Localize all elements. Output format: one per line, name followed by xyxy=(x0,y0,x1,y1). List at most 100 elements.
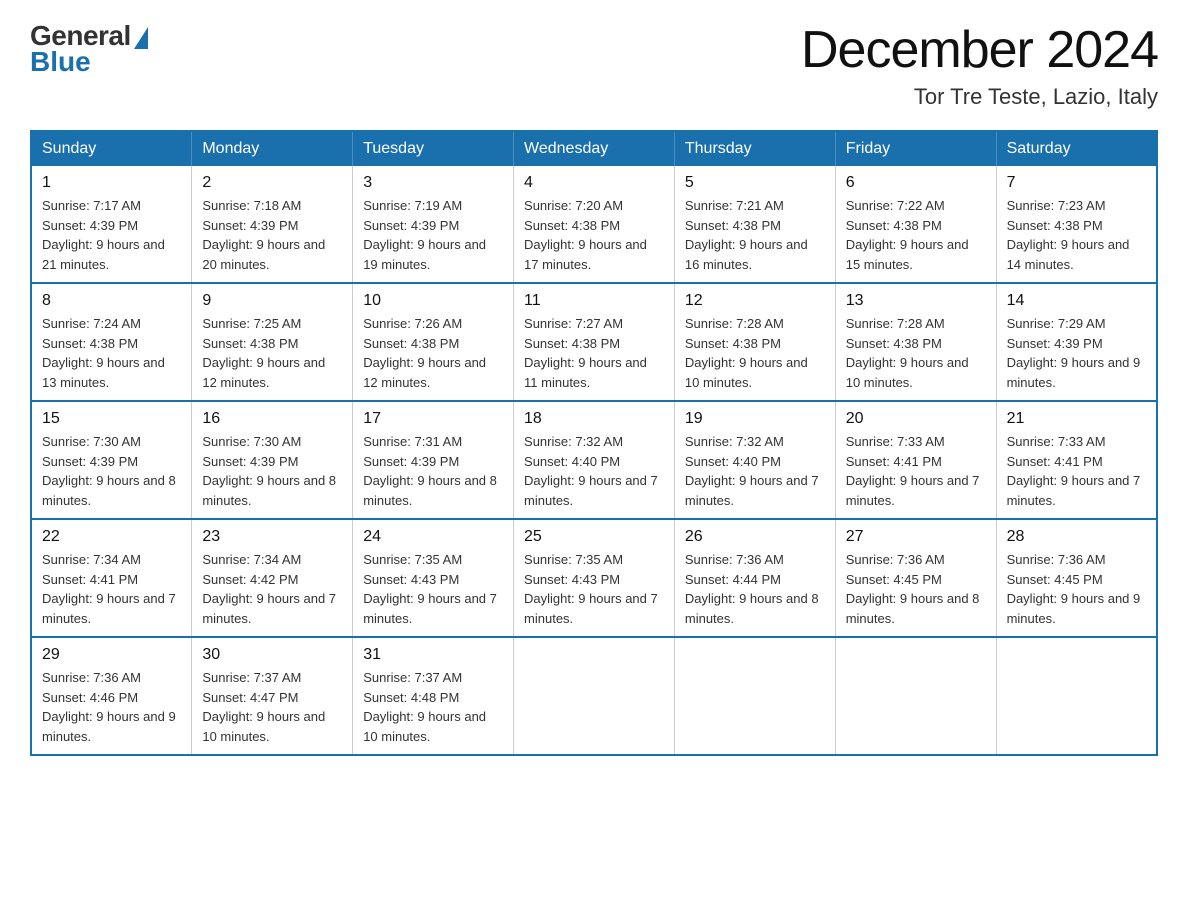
day-number: 3 xyxy=(363,174,503,192)
daylight-label: Daylight: 9 hours and 8 minutes. xyxy=(846,591,980,626)
day-number: 9 xyxy=(202,292,342,310)
sunset-label: Sunset: 4:40 PM xyxy=(685,454,781,469)
sunset-label: Sunset: 4:41 PM xyxy=(1007,454,1103,469)
sunset-label: Sunset: 4:48 PM xyxy=(363,690,459,705)
day-number: 4 xyxy=(524,174,664,192)
sunrise-label: Sunrise: 7:30 AM xyxy=(202,434,301,449)
day-number: 14 xyxy=(1007,292,1146,310)
sunrise-label: Sunrise: 7:36 AM xyxy=(685,552,784,567)
sunrise-label: Sunrise: 7:31 AM xyxy=(363,434,462,449)
day-number: 13 xyxy=(846,292,986,310)
calendar-week-1: 1 Sunrise: 7:17 AM Sunset: 4:39 PM Dayli… xyxy=(31,166,1157,283)
table-row: 21 Sunrise: 7:33 AM Sunset: 4:41 PM Dayl… xyxy=(996,401,1157,519)
daylight-label: Daylight: 9 hours and 9 minutes. xyxy=(1007,355,1141,390)
sunset-label: Sunset: 4:39 PM xyxy=(202,454,298,469)
table-row: 31 Sunrise: 7:37 AM Sunset: 4:48 PM Dayl… xyxy=(353,637,514,755)
table-row: 15 Sunrise: 7:30 AM Sunset: 4:39 PM Dayl… xyxy=(31,401,192,519)
day-info: Sunrise: 7:23 AM Sunset: 4:38 PM Dayligh… xyxy=(1007,196,1146,274)
sunrise-label: Sunrise: 7:24 AM xyxy=(42,316,141,331)
month-year-title: December 2024 xyxy=(801,20,1158,80)
sunset-label: Sunset: 4:38 PM xyxy=(524,336,620,351)
table-row: 19 Sunrise: 7:32 AM Sunset: 4:40 PM Dayl… xyxy=(674,401,835,519)
table-row: 17 Sunrise: 7:31 AM Sunset: 4:39 PM Dayl… xyxy=(353,401,514,519)
calendar-week-4: 22 Sunrise: 7:34 AM Sunset: 4:41 PM Dayl… xyxy=(31,519,1157,637)
day-number: 17 xyxy=(363,410,503,428)
sunset-label: Sunset: 4:43 PM xyxy=(524,572,620,587)
sunrise-label: Sunrise: 7:18 AM xyxy=(202,198,301,213)
daylight-label: Daylight: 9 hours and 21 minutes. xyxy=(42,237,165,272)
daylight-label: Daylight: 9 hours and 17 minutes. xyxy=(524,237,647,272)
table-row: 4 Sunrise: 7:20 AM Sunset: 4:38 PM Dayli… xyxy=(514,166,675,283)
day-number: 1 xyxy=(42,174,181,192)
table-row: 6 Sunrise: 7:22 AM Sunset: 4:38 PM Dayli… xyxy=(835,166,996,283)
calendar-week-3: 15 Sunrise: 7:30 AM Sunset: 4:39 PM Dayl… xyxy=(31,401,1157,519)
daylight-label: Daylight: 9 hours and 10 minutes. xyxy=(846,355,969,390)
page-header: General Blue December 2024 Tor Tre Teste… xyxy=(30,20,1158,110)
day-number: 10 xyxy=(363,292,503,310)
sunrise-label: Sunrise: 7:32 AM xyxy=(685,434,784,449)
daylight-label: Daylight: 9 hours and 10 minutes. xyxy=(363,709,486,744)
header-saturday: Saturday xyxy=(996,131,1157,166)
daylight-label: Daylight: 9 hours and 7 minutes. xyxy=(524,591,658,626)
daylight-label: Daylight: 9 hours and 8 minutes. xyxy=(202,473,336,508)
sunset-label: Sunset: 4:38 PM xyxy=(202,336,298,351)
table-row: 24 Sunrise: 7:35 AM Sunset: 4:43 PM Dayl… xyxy=(353,519,514,637)
sunset-label: Sunset: 4:38 PM xyxy=(846,336,942,351)
title-block: December 2024 Tor Tre Teste, Lazio, Ital… xyxy=(801,20,1158,110)
table-row: 20 Sunrise: 7:33 AM Sunset: 4:41 PM Dayl… xyxy=(835,401,996,519)
table-row: 2 Sunrise: 7:18 AM Sunset: 4:39 PM Dayli… xyxy=(192,166,353,283)
day-info: Sunrise: 7:22 AM Sunset: 4:38 PM Dayligh… xyxy=(846,196,986,274)
sunrise-label: Sunrise: 7:23 AM xyxy=(1007,198,1106,213)
header-wednesday: Wednesday xyxy=(514,131,675,166)
header-sunday: Sunday xyxy=(31,131,192,166)
day-number: 15 xyxy=(42,410,181,428)
table-row xyxy=(996,637,1157,755)
table-row: 30 Sunrise: 7:37 AM Sunset: 4:47 PM Dayl… xyxy=(192,637,353,755)
sunrise-label: Sunrise: 7:25 AM xyxy=(202,316,301,331)
table-row: 25 Sunrise: 7:35 AM Sunset: 4:43 PM Dayl… xyxy=(514,519,675,637)
day-info: Sunrise: 7:30 AM Sunset: 4:39 PM Dayligh… xyxy=(202,432,342,510)
table-row: 16 Sunrise: 7:30 AM Sunset: 4:39 PM Dayl… xyxy=(192,401,353,519)
daylight-label: Daylight: 9 hours and 10 minutes. xyxy=(202,709,325,744)
sunrise-label: Sunrise: 7:35 AM xyxy=(363,552,462,567)
day-number: 21 xyxy=(1007,410,1146,428)
location-subtitle: Tor Tre Teste, Lazio, Italy xyxy=(801,84,1158,110)
day-number: 20 xyxy=(846,410,986,428)
day-number: 24 xyxy=(363,528,503,546)
day-number: 29 xyxy=(42,646,181,664)
calendar-table: Sunday Monday Tuesday Wednesday Thursday… xyxy=(30,130,1158,756)
daylight-label: Daylight: 9 hours and 12 minutes. xyxy=(363,355,486,390)
day-number: 23 xyxy=(202,528,342,546)
sunset-label: Sunset: 4:39 PM xyxy=(363,454,459,469)
day-info: Sunrise: 7:21 AM Sunset: 4:38 PM Dayligh… xyxy=(685,196,825,274)
sunrise-label: Sunrise: 7:17 AM xyxy=(42,198,141,213)
header-friday: Friday xyxy=(835,131,996,166)
table-row: 26 Sunrise: 7:36 AM Sunset: 4:44 PM Dayl… xyxy=(674,519,835,637)
table-row: 18 Sunrise: 7:32 AM Sunset: 4:40 PM Dayl… xyxy=(514,401,675,519)
day-info: Sunrise: 7:36 AM Sunset: 4:46 PM Dayligh… xyxy=(42,668,181,746)
daylight-label: Daylight: 9 hours and 9 minutes. xyxy=(1007,591,1141,626)
sunrise-label: Sunrise: 7:36 AM xyxy=(1007,552,1106,567)
day-info: Sunrise: 7:34 AM Sunset: 4:42 PM Dayligh… xyxy=(202,550,342,628)
daylight-label: Daylight: 9 hours and 12 minutes. xyxy=(202,355,325,390)
sunrise-label: Sunrise: 7:27 AM xyxy=(524,316,623,331)
table-row: 23 Sunrise: 7:34 AM Sunset: 4:42 PM Dayl… xyxy=(192,519,353,637)
day-info: Sunrise: 7:24 AM Sunset: 4:38 PM Dayligh… xyxy=(42,314,181,392)
day-number: 25 xyxy=(524,528,664,546)
day-info: Sunrise: 7:37 AM Sunset: 4:48 PM Dayligh… xyxy=(363,668,503,746)
day-number: 6 xyxy=(846,174,986,192)
day-info: Sunrise: 7:32 AM Sunset: 4:40 PM Dayligh… xyxy=(524,432,664,510)
table-row: 11 Sunrise: 7:27 AM Sunset: 4:38 PM Dayl… xyxy=(514,283,675,401)
day-info: Sunrise: 7:33 AM Sunset: 4:41 PM Dayligh… xyxy=(1007,432,1146,510)
table-row: 29 Sunrise: 7:36 AM Sunset: 4:46 PM Dayl… xyxy=(31,637,192,755)
day-info: Sunrise: 7:30 AM Sunset: 4:39 PM Dayligh… xyxy=(42,432,181,510)
table-row: 12 Sunrise: 7:28 AM Sunset: 4:38 PM Dayl… xyxy=(674,283,835,401)
day-number: 11 xyxy=(524,292,664,310)
table-row: 10 Sunrise: 7:26 AM Sunset: 4:38 PM Dayl… xyxy=(353,283,514,401)
table-row: 22 Sunrise: 7:34 AM Sunset: 4:41 PM Dayl… xyxy=(31,519,192,637)
day-number: 26 xyxy=(685,528,825,546)
table-row: 3 Sunrise: 7:19 AM Sunset: 4:39 PM Dayli… xyxy=(353,166,514,283)
day-number: 27 xyxy=(846,528,986,546)
sunrise-label: Sunrise: 7:35 AM xyxy=(524,552,623,567)
sunset-label: Sunset: 4:46 PM xyxy=(42,690,138,705)
